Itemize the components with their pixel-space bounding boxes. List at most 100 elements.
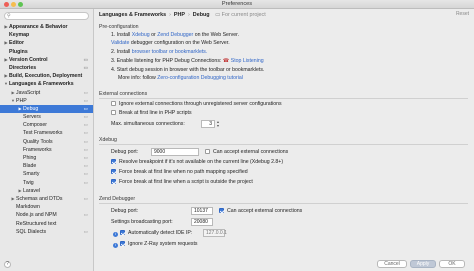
sidebar-item-javascript[interactable]: ▶JavaScript ▭ <box>0 89 93 97</box>
project-config-icon: ▭ <box>83 228 88 234</box>
sidebar-item-label: Languages & Frameworks <box>9 81 74 88</box>
xdebug-port-input[interactable]: 9000 <box>151 148 199 156</box>
sidebar-item-composer[interactable]: Composer ▭ <box>0 121 93 129</box>
debug-settings-panel: Languages & Frameworks › PHP › Debug ▭ For c… <box>95 9 474 271</box>
sidebar-item-markdown[interactable]: Markdown <box>0 203 93 211</box>
project-config-icon: ▭ <box>83 122 88 128</box>
breadcrumb-separator-icon: › <box>169 12 171 18</box>
sidebar-item-label: ReStructured text <box>16 220 57 227</box>
sidebar-item-label: Editor <box>9 40 24 47</box>
force-break-outside-label: Force break at first line when a script … <box>119 179 253 185</box>
sidebar-item-smarty[interactable]: Smarty ▭ <box>0 170 93 178</box>
settings-tree: ▶Appearance & Behavior Keymap ▶Editor Plugi… <box>0 23 93 236</box>
zoom-window-icon[interactable] <box>18 2 23 7</box>
sidebar-item-keymap[interactable]: Keymap <box>0 31 93 39</box>
break-first-line-label: Break at first line in PHP scripts <box>119 110 192 116</box>
sidebar-item-label: Debug <box>23 105 39 112</box>
sidebar-item-appearance-behavior[interactable]: ▶Appearance & Behavior <box>0 23 93 31</box>
cancel-button[interactable]: Cancel <box>377 260 407 268</box>
sidebar-item-editor[interactable]: ▶Editor <box>0 39 93 47</box>
auto-detect-ip-checkbox[interactable] <box>120 230 125 235</box>
step4b-prefix: More info: follow <box>118 75 156 81</box>
step1b-suffix: debugger configuration on the Web Server… <box>130 40 230 46</box>
project-config-icon: ▭ <box>83 114 88 120</box>
sidebar-item-restructured-text[interactable]: ReStructured text <box>0 220 93 228</box>
force-break-outside-checkbox[interactable] <box>111 179 116 184</box>
sidebar-item-version-control[interactable]: ▶Version Control ▭ <box>0 56 93 64</box>
break-first-line-checkbox[interactable] <box>111 110 116 115</box>
auto-detect-ip-row[interactable]: i Automatically detect IDE IP: <box>111 230 192 237</box>
ignore-unregistered-checkbox-row[interactable]: Ignore external connections through unre… <box>111 101 282 107</box>
sidebar-item-label: Build, Execution, Deployment <box>9 73 83 80</box>
zend-accept-external-row[interactable]: Can accept external connections <box>219 208 302 214</box>
sidebar-item-test-frameworks[interactable]: Test Frameworks ▭ <box>0 129 93 137</box>
sidebar-item-plugins[interactable]: Plugins <box>0 48 93 56</box>
ok-button[interactable]: OK <box>439 260 465 268</box>
zend-accept-external-checkbox[interactable] <box>219 208 224 213</box>
max-connections-input[interactable]: 3 <box>201 120 215 128</box>
settings-sidebar: ⚲ ▶Appearance & Behavior Keymap ▶Editor Plu… <box>0 9 94 271</box>
sidebar-item-languages-frameworks[interactable]: ▼Languages & Frameworks <box>0 80 93 88</box>
minimize-window-icon[interactable] <box>11 2 16 7</box>
zend-debugger-link[interactable]: Zend Debugger <box>157 32 193 38</box>
stop-listening-link[interactable]: Stop Listening <box>231 58 264 64</box>
sidebar-item-php[interactable]: ▼PHP ▭ <box>0 97 93 105</box>
sidebar-item-directories[interactable]: Directories ▭ <box>0 64 93 72</box>
sidebar-item-frameworks[interactable]: Frameworks ▭ <box>0 146 93 154</box>
sidebar-item-sql-dialects[interactable]: SQL Dialects ▭ <box>0 228 93 236</box>
sidebar-item-blade[interactable]: Blade ▭ <box>0 162 93 170</box>
force-break-no-mapping-checkbox[interactable] <box>111 169 116 174</box>
xdebug-accept-external-checkbox[interactable] <box>205 149 210 154</box>
preconfig-step1: 1. Install Xdebug or Zend Debugger on th… <box>111 32 239 38</box>
apply-button[interactable]: Apply <box>410 260 436 268</box>
sidebar-item-label: JavaScript <box>16 89 41 96</box>
validate-link[interactable]: Validate <box>111 40 129 46</box>
reset-link[interactable]: Reset <box>456 11 469 17</box>
ignore-z-ray-row[interactable]: i Ignore Z-Ray system requests <box>111 241 197 248</box>
max-connections-stepper-icon[interactable]: ▲ ▼ <box>216 120 220 128</box>
ide-ip-input[interactable]: 127.0.0.1 <box>203 229 227 237</box>
preconfig-step4b: More info: follow Zero-configuration Deb… <box>118 75 243 81</box>
step1-suffix: on the Web Server. <box>194 32 240 38</box>
sidebar-item-schemas-and-dtds[interactable]: ▶Schemas and DTDs ▭ <box>0 195 93 203</box>
sidebar-item-twig[interactable]: Twig ▭ <box>0 179 93 187</box>
xdebug-port-label: Debug port: <box>111 149 139 155</box>
project-config-icon: ▭ <box>83 163 88 169</box>
broadcast-port-input[interactable]: 20080 <box>191 218 213 226</box>
ignore-unregistered-label: Ignore external connections through unre… <box>119 101 282 107</box>
close-window-icon[interactable] <box>4 2 9 7</box>
force-break-no-mapping-label: Force break at first line when no path m… <box>119 169 248 175</box>
force-break-no-mapping-row[interactable]: Force break at first line when no path m… <box>111 169 248 175</box>
ignore-z-ray-checkbox[interactable] <box>120 241 125 246</box>
help-button[interactable]: ? <box>4 261 11 268</box>
sidebar-item-laravel[interactable]: ▶Laravel <box>0 187 93 195</box>
sidebar-item-label: Composer <box>23 122 47 129</box>
project-config-icon: ▭ <box>83 89 88 95</box>
preconfig-step1b: Validate debugger configuration on the W… <box>111 40 230 46</box>
zero-config-tutorial-link[interactable]: Zero-configuration Debugging tutorial <box>157 75 243 81</box>
preconfig-step2: 2. Install browser toolbar or bookmarkle… <box>111 49 207 55</box>
sidebar-item-servers[interactable]: Servers ▭ <box>0 113 93 121</box>
search-icon: ⚲ <box>7 13 11 19</box>
ignore-unregistered-checkbox[interactable] <box>111 101 116 106</box>
sidebar-item-label: Smarty <box>23 171 40 178</box>
xdebug-accept-external-row[interactable]: Can accept external connections <box>205 149 288 155</box>
force-break-outside-row[interactable]: Force break at first line when a script … <box>111 179 253 185</box>
project-scope-note: ▭ For current project <box>215 12 266 18</box>
sidebar-item-quality-tools[interactable]: Quality Tools ▭ <box>0 138 93 146</box>
step2-prefix: 2. Install <box>111 49 131 55</box>
sidebar-item-build-execution-deployment[interactable]: ▶Build, Execution, Deployment <box>0 72 93 80</box>
resolve-breakpoint-row[interactable]: Resolve breakpoint if it's not available… <box>111 159 283 165</box>
sidebar-item-node-js-and-npm[interactable]: Node.js and NPM ▭ <box>0 211 93 219</box>
broadcast-port-label: Settings broadcasting port: <box>111 219 173 225</box>
window-title: Preferences <box>221 1 253 7</box>
resolve-breakpoint-checkbox[interactable] <box>111 159 116 164</box>
sidebar-item-debug[interactable]: ▶Debug ▭ <box>0 104 93 114</box>
settings-search-input[interactable]: ⚲ <box>4 12 89 20</box>
ignore-z-ray-label: Ignore Z-Ray system requests <box>128 241 198 247</box>
browser-toolbar-link[interactable]: browser toolbar or bookmarklets. <box>132 49 208 55</box>
sidebar-item-phing[interactable]: Phing ▭ <box>0 154 93 162</box>
zend-port-input[interactable]: 10137 <box>191 207 213 215</box>
xdebug-link[interactable]: Xdebug <box>132 32 150 38</box>
break-first-line-checkbox-row[interactable]: Break at first line in PHP scripts <box>111 110 192 116</box>
